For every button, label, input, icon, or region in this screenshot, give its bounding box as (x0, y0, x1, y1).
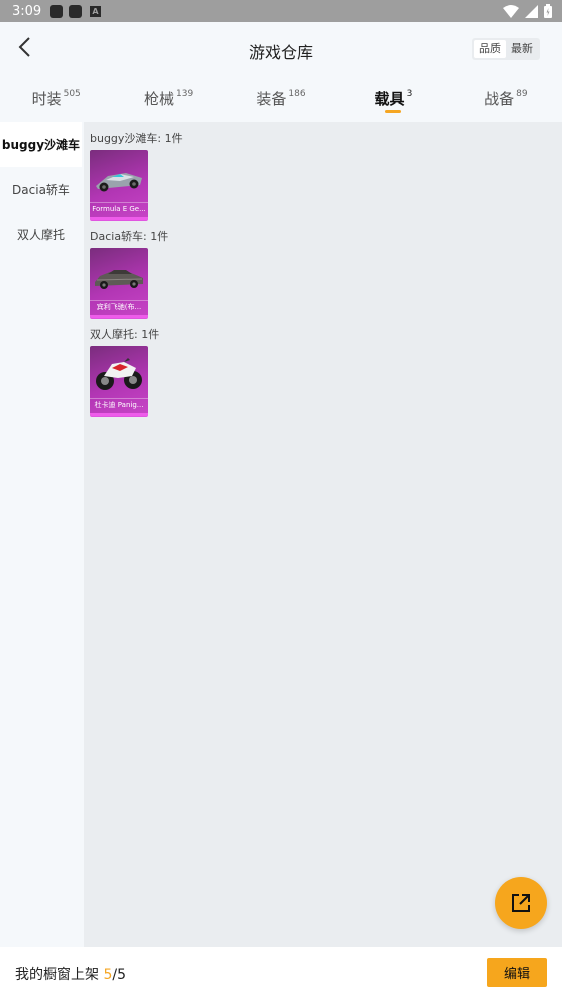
category-tabs: 时装 505 枪械 139 装备 186 载具 3 战备 89 (0, 76, 562, 120)
notification-icon (50, 4, 63, 18)
item-card-ducati[interactable]: 杜卡迪 Panig... (90, 346, 148, 416)
signal-icon (525, 4, 538, 18)
tab-weapons[interactable]: 枪械 139 (112, 76, 224, 120)
tab-count: 505 (63, 89, 81, 99)
battery-icon (544, 4, 552, 18)
notification-icon (69, 4, 82, 18)
formula-e-car-icon (96, 173, 142, 192)
wifi-icon (503, 4, 519, 18)
tab-count: 186 (288, 89, 306, 99)
status-time: 3:09 (12, 3, 42, 19)
warehouse-page: 3:09 A 游戏仓库 品质 最新 时装 505 枪械 139 装备 186 载… (0, 0, 562, 999)
showcase-label: 我的橱窗上架 (15, 967, 99, 983)
item-card-formula-e[interactable]: Formula E Ge... (90, 150, 148, 220)
rarity-bar (90, 413, 148, 416)
tab-supplies[interactable]: 战备 89 (450, 76, 562, 120)
share-icon (512, 894, 530, 912)
sedan-car-icon (95, 270, 143, 289)
tab-vehicles[interactable]: 载具 3 (337, 76, 449, 120)
tab-count: 3 (406, 89, 413, 99)
sort-toggle: 品质 最新 (472, 38, 540, 60)
header: 游戏仓库 品质 最新 (0, 22, 562, 76)
active-tab-indicator (385, 110, 402, 113)
app-notification-icon: A (90, 5, 101, 17)
tab-count: 89 (516, 89, 528, 99)
group-title-buggy: buggy沙滩车: 1件 (90, 132, 183, 145)
item-list: buggy沙滩车: 1件 Formula E Ge... Dacia轿车: 1件 (84, 122, 562, 947)
sidebar-item-motorcycle[interactable]: 双人摩托 (0, 212, 82, 257)
tab-fashion[interactable]: 时装 505 (0, 76, 112, 120)
sort-option-quality[interactable]: 品质 (474, 40, 506, 58)
status-right (503, 4, 552, 18)
tab-label: 战备 (484, 90, 515, 108)
showcase-total: 5 (117, 967, 127, 983)
sidebar-item-buggy[interactable]: buggy沙滩车 (0, 122, 82, 167)
item-name: Formula E Ge... (90, 202, 148, 215)
sort-option-latest[interactable]: 最新 (506, 40, 538, 58)
tab-equipment[interactable]: 装备 186 (225, 76, 337, 120)
group-title-motorcycle: 双人摩托: 1件 (90, 328, 160, 341)
share-button[interactable] (495, 877, 547, 929)
group-title-dacia: Dacia轿车: 1件 (90, 230, 169, 243)
motorcycle-icon (96, 358, 142, 390)
item-name: 杜卡迪 Panig... (90, 398, 148, 411)
sidebar-item-dacia[interactable]: Dacia轿车 (0, 167, 82, 212)
rarity-bar (90, 217, 148, 220)
showcase-count: 我的橱窗上架 5/5 (15, 964, 126, 984)
showcase-footer: 我的橱窗上架 5/5 编辑 (0, 947, 562, 999)
vehicle-category-sidebar: buggy沙滩车 Dacia轿车 双人摩托 (0, 122, 82, 947)
item-card-bentley[interactable]: 宾利飞驰(布... (90, 248, 148, 318)
rarity-bar (90, 315, 148, 318)
tab-label: 枪械 (144, 90, 175, 108)
tab-label: 时装 (31, 90, 62, 108)
tab-count: 139 (176, 89, 194, 99)
tab-label: 装备 (256, 90, 287, 108)
tab-label: 载具 (374, 90, 405, 108)
edit-button[interactable]: 编辑 (487, 958, 547, 987)
item-name: 宾利飞驰(布... (90, 300, 148, 313)
status-bar: 3:09 A (0, 0, 562, 22)
